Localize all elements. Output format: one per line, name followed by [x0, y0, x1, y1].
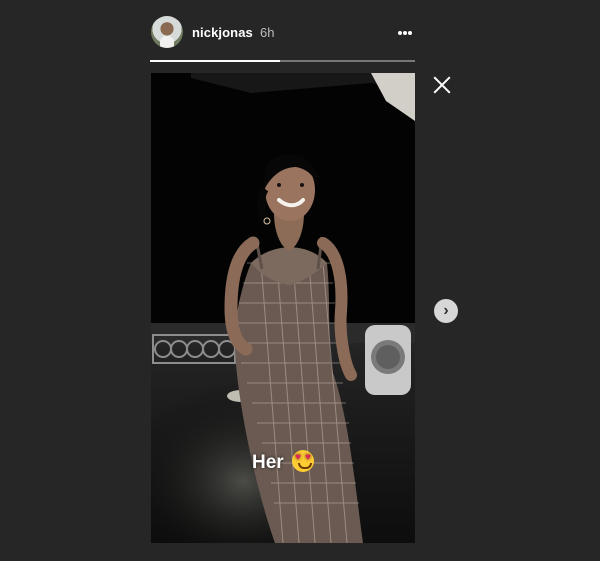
close-icon[interactable] [433, 76, 451, 94]
chevron-right-icon: › [443, 302, 449, 319]
story-progress-track [150, 60, 415, 62]
next-story-button[interactable]: › [434, 299, 458, 323]
story-timestamp: 6h [260, 25, 275, 40]
story-media[interactable]: Her [151, 73, 415, 543]
username[interactable]: nickjonas [192, 25, 253, 40]
avatar[interactable] [151, 16, 183, 48]
more-options-icon[interactable] [398, 31, 412, 35]
caption-text: Her [252, 452, 284, 473]
story-progress-fill [150, 60, 280, 62]
story-header: nickjonas 6h [150, 14, 416, 52]
heart-eyes-emoji-icon [291, 450, 314, 472]
story-caption: Her [151, 450, 415, 474]
